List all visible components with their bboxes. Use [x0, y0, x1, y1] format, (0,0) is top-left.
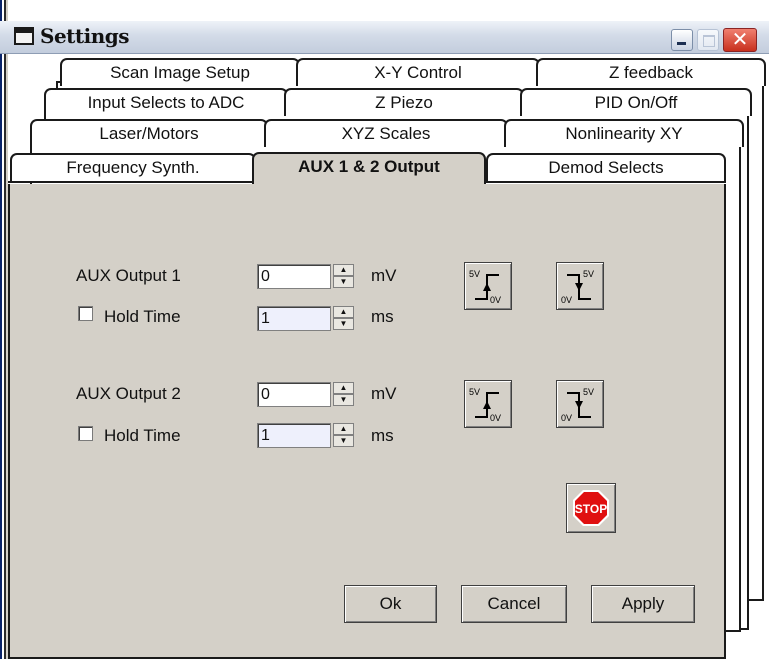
aux-1-hold-time-unit: ms [371, 307, 394, 326]
close-icon[interactable]: ✕ [723, 28, 757, 52]
tab-x-y-control[interactable]: X-Y Control [296, 58, 540, 86]
tab-z-piezo[interactable]: Z Piezo [284, 88, 524, 116]
tab-pid-on-off[interactable]: PID On/Off [520, 88, 752, 116]
tab-input-selects-to-adc[interactable]: Input Selects to ADC [44, 88, 288, 116]
spin-down-icon[interactable]: ▼ [333, 394, 354, 406]
aux-output-2-unit: mV [371, 384, 397, 403]
svg-text:5V: 5V [583, 387, 594, 397]
spin-down-icon[interactable]: ▼ [333, 318, 354, 330]
aux-output-2-spinner[interactable]: ▲ ▼ [333, 382, 354, 407]
step-up-icon: 5V 0V [469, 269, 501, 305]
window-title: Settings [40, 24, 130, 48]
tab-frequency-synth[interactable]: Frequency Synth. [10, 153, 256, 181]
aux-1-hold-time-label: Hold Time [104, 307, 181, 326]
aux-2-hold-time-checkbox[interactable] [78, 426, 93, 441]
spin-up-icon[interactable]: ▲ [333, 382, 354, 394]
step-down-icon: 5V 0V [561, 387, 594, 423]
aux-1-hold-time-spinner[interactable]: ▲ ▼ [333, 306, 354, 331]
aux-output-1-unit: mV [371, 266, 397, 285]
tab-nonlinearity-xy[interactable]: Nonlinearity XY [504, 119, 744, 147]
panel-top-border-right [484, 181, 726, 183]
aux-2-hold-time-input[interactable]: 1 [257, 423, 331, 448]
svg-text:0V: 0V [490, 295, 501, 305]
apply-button[interactable]: Apply [591, 585, 695, 623]
ok-button[interactable]: Ok [344, 585, 437, 623]
svg-text:STOP: STOP [575, 502, 607, 516]
cancel-button[interactable]: Cancel [461, 585, 567, 623]
settings-window: Settings ✕ Scan Image Setup X-Y Control … [0, 0, 769, 659]
aux-output-1-spinner[interactable]: ▲ ▼ [333, 264, 354, 289]
spin-up-icon[interactable]: ▲ [333, 423, 354, 435]
tab-laser-motors[interactable]: Laser/Motors [30, 119, 268, 147]
stop-button[interactable]: STOP [566, 483, 616, 533]
tab-demod-selects[interactable]: Demod Selects [486, 153, 726, 181]
aux-2-hold-time-spinner[interactable]: ▲ ▼ [333, 423, 354, 448]
svg-text:5V: 5V [469, 387, 480, 397]
window-icon[interactable] [14, 27, 34, 45]
stop-sign-icon: STOP [573, 490, 609, 526]
svg-text:5V: 5V [469, 269, 480, 279]
svg-text:0V: 0V [561, 413, 572, 423]
tab-z-feedback[interactable]: Z feedback [536, 58, 766, 86]
step-up-icon: 5V 0V [469, 387, 501, 423]
aux-output-2-input[interactable]: 0 [257, 382, 331, 407]
aux-output-2-label: AUX Output 2 [76, 384, 181, 403]
aux-output-1-label: AUX Output 1 [76, 266, 181, 285]
tab-xyz-scales[interactable]: XYZ Scales [264, 119, 508, 147]
svg-text:0V: 0V [561, 295, 572, 305]
step-down-icon: 5V 0V [561, 269, 594, 305]
spin-up-icon[interactable]: ▲ [333, 264, 354, 276]
panel-top-border-left [8, 181, 254, 183]
spin-up-icon[interactable]: ▲ [333, 306, 354, 318]
spin-down-icon[interactable]: ▼ [333, 435, 354, 447]
aux-1-hold-time-checkbox[interactable] [78, 306, 93, 321]
aux-1-step-down-button[interactable]: 5V 0V [556, 262, 604, 310]
aux-1-step-up-button[interactable]: 5V 0V [464, 262, 512, 310]
aux-2-hold-time-unit: ms [371, 426, 394, 445]
svg-text:5V: 5V [583, 269, 594, 279]
tab-scan-image-setup[interactable]: Scan Image Setup [60, 58, 300, 86]
tab-aux-1-2-output[interactable]: AUX 1 & 2 Output [252, 152, 486, 184]
spin-down-icon[interactable]: ▼ [333, 276, 354, 288]
window-left-edge [0, 0, 8, 659]
minimize-icon[interactable] [671, 29, 693, 51]
aux-2-step-down-button[interactable]: 5V 0V [556, 380, 604, 428]
aux-2-step-up-button[interactable]: 5V 0V [464, 380, 512, 428]
aux-2-hold-time-label: Hold Time [104, 426, 181, 445]
aux-1-hold-time-input[interactable]: 1 [257, 306, 331, 331]
maximize-icon[interactable] [697, 29, 719, 51]
svg-text:0V: 0V [490, 413, 501, 423]
aux-output-1-input[interactable]: 0 [257, 264, 331, 289]
